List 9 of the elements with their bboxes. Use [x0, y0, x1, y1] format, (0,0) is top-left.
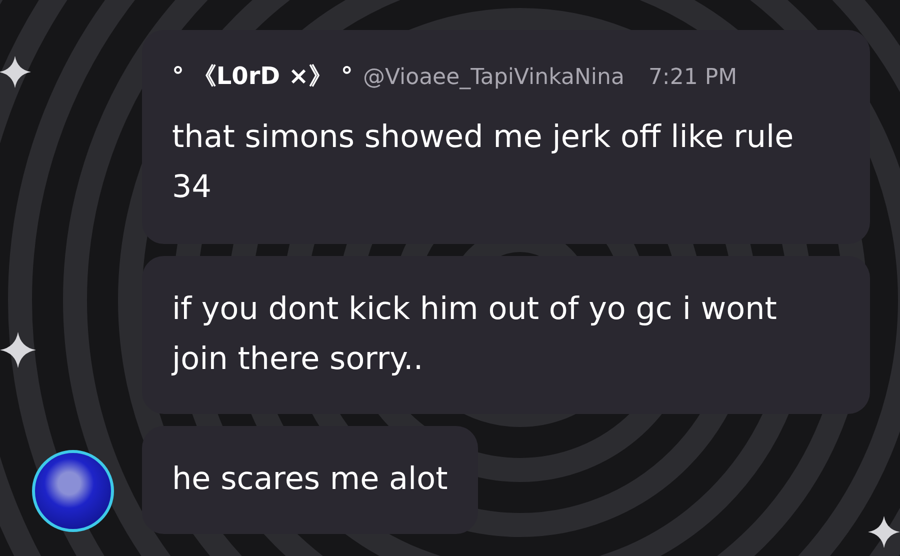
timestamp: 7:21 PM [648, 64, 738, 92]
display-name[interactable]: ° 《L0rD ×》 ° [172, 56, 353, 96]
message-text: that simons showed me jerk off like rule 34 [172, 118, 795, 207]
sparkle-icon [0, 56, 31, 88]
sparkle-icon [0, 332, 36, 368]
sparkle-icon [868, 516, 900, 548]
message-text: he scares me alot [172, 460, 448, 499]
username: @Vioaee_TapiVinkaNina [362, 64, 624, 92]
message-text: if you dont kick him out of yo gc i wont join there sorry.. [172, 290, 778, 379]
